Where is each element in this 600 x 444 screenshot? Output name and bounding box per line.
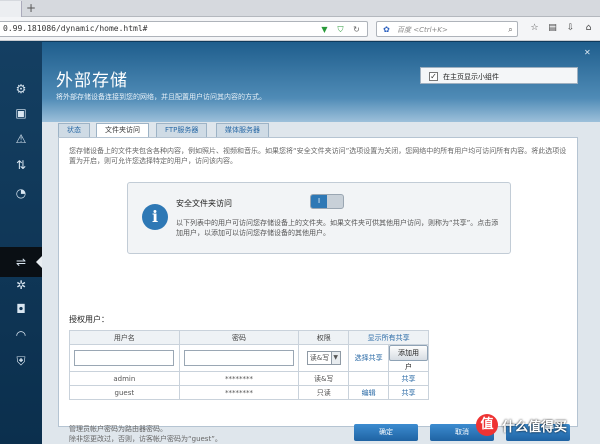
permission-select[interactable]: 读&写 ▼ bbox=[306, 351, 341, 365]
address-bar[interactable]: 0.99.181086/dynamic/home.html# ▼ ⛉ ↻ bbox=[0, 21, 368, 37]
username-input[interactable] bbox=[74, 350, 175, 366]
shield-icon[interactable]: ⛨ bbox=[12, 352, 30, 370]
tab-media-server[interactable]: 媒体服务器 bbox=[216, 123, 269, 137]
chevron-down-icon[interactable]: ▼ bbox=[330, 352, 340, 364]
ok-button[interactable]: 确定 bbox=[354, 424, 418, 441]
password-input[interactable] bbox=[184, 350, 294, 366]
router-icon[interactable]: ▣ bbox=[12, 104, 30, 122]
password-footnote: 管理员帐户密码为路由器密码。 除非您更改过，否则，访客帐户密码为“guest”。 bbox=[69, 424, 222, 444]
authorized-users-title: 授权用户： bbox=[69, 315, 109, 324]
settings-icon[interactable]: ✲ bbox=[12, 276, 30, 294]
cell-username: admin bbox=[69, 371, 180, 386]
tab-bar: 状态 文件夹访问 FTP服务器 媒体服务器 bbox=[58, 122, 578, 138]
share-link[interactable]: 共享 bbox=[402, 375, 416, 383]
watermark-logo: 值 bbox=[476, 414, 498, 436]
show-all-shares-link[interactable]: 显示所有共享 bbox=[348, 330, 429, 345]
page-title: 外部存储 bbox=[56, 71, 128, 91]
secure-access-title: 安全文件夹访问 bbox=[176, 199, 232, 208]
browser-navbar: 0.99.181086/dynamic/home.html# ▼ ⛉ ↻ ✿ 百… bbox=[0, 17, 600, 41]
download-icon[interactable]: ⇩ bbox=[564, 22, 577, 35]
time-icon[interactable]: ◔ bbox=[12, 184, 30, 202]
address-text: 0.99.181086/dynamic/home.html# bbox=[3, 24, 148, 33]
users-table: 用户名 密码 权限 显示所有共享 读&写 ▼ 选择共享 添加用户 admin **… bbox=[69, 330, 429, 400]
router-sidebar: ⚙ ▣ ⚠ ⇅ ◔ ⇌ ✲ ◘ ◠ ⛨ bbox=[0, 42, 43, 444]
watermark-text: 什么值得买 bbox=[502, 420, 568, 435]
cell-permission: 读&写 bbox=[298, 371, 350, 386]
show-widget-checkbox[interactable]: ✓ bbox=[429, 72, 438, 81]
tab-folder-access[interactable]: 文件夹访问 bbox=[96, 123, 149, 138]
col-username: 用户名 bbox=[69, 330, 180, 345]
panel-header: 外部存储 将外部存储设备连接到您的网络，并且配置用户访问其内容的方式。 ✕ ✓ … bbox=[42, 42, 600, 122]
browser-tab-strip: + bbox=[0, 0, 600, 17]
usb-storage-icon[interactable]: ⇌ bbox=[12, 253, 30, 271]
permission-select-value: 读&写 bbox=[309, 354, 330, 362]
intro-text: 您存储设备上的文件夹包含各种内容，例如照片、视频和音乐。如果您将“安全文件夹访问… bbox=[69, 147, 567, 165]
browser-tab[interactable] bbox=[0, 1, 22, 17]
secure-access-description: 以下列表中的用户可访问您存储设备上的文件夹。如果文件夹可供其他用户访问，则称为“… bbox=[176, 219, 499, 237]
col-permission: 权限 bbox=[298, 330, 350, 345]
cell-password: ******** bbox=[178, 385, 300, 400]
edit-link[interactable]: 编辑 bbox=[362, 389, 376, 397]
star-icon[interactable]: ☆ bbox=[528, 22, 541, 35]
search-bar[interactable]: ✿ 百度 <Ctrl+K> ⌕ bbox=[376, 21, 518, 37]
show-widget-label: 在主页显示小组件 bbox=[443, 73, 499, 81]
watermark: 值 什么值得买 bbox=[476, 412, 596, 440]
folder-access-content: 您存储设备上的文件夹包含各种内容，例如照片、视频和音乐。如果您将“安全文件夹访问… bbox=[58, 137, 578, 443]
add-user-button[interactable]: 添加用户 bbox=[389, 345, 428, 371]
footnote-line: 管理员帐户密码为路由器密码。 bbox=[69, 425, 167, 433]
footnote-line: 除非您更改过，否则，访客帐户密码为“guest”。 bbox=[69, 435, 222, 443]
toggle-on-indicator: I bbox=[311, 195, 327, 208]
reload-icon[interactable]: ↻ bbox=[351, 24, 362, 35]
add-user-row: 读&写 ▼ 选择共享 添加用户 bbox=[69, 344, 429, 372]
table-row: guest ******** 只读 编辑 共享 bbox=[69, 385, 429, 400]
share-link[interactable]: 共享 bbox=[402, 389, 416, 397]
home-icon[interactable]: ⌂ bbox=[582, 22, 595, 35]
search-placeholder: 百度 <Ctrl+K> bbox=[397, 26, 448, 34]
col-password: 密码 bbox=[178, 330, 300, 345]
cell-username: guest bbox=[69, 385, 180, 400]
security-camera-icon[interactable]: ◘ bbox=[12, 300, 30, 318]
external-storage-panel: 外部存储 将外部存储设备连接到您的网络，并且配置用户访问其内容的方式。 ✕ ✓ … bbox=[42, 42, 600, 444]
speed-icon[interactable]: ⇅ bbox=[12, 156, 30, 174]
secure-access-box: i 安全文件夹访问 I 以下列表中的用户可访问您存储设备上的文件夹。如果文件夹可… bbox=[127, 182, 511, 254]
alert-icon[interactable]: ⚠ bbox=[12, 130, 30, 148]
table-row: admin ******** 读&写 共享 bbox=[69, 371, 429, 386]
wireless-icon[interactable]: ◠ bbox=[12, 326, 30, 344]
network-map-icon[interactable]: ⚙ bbox=[12, 80, 30, 98]
page-description: 将外部存储设备连接到您的网络，并且配置用户访问其内容的方式。 bbox=[56, 93, 266, 101]
cell-permission: 只读 bbox=[298, 385, 350, 400]
show-widget-option[interactable]: ✓ 在主页显示小组件 bbox=[420, 67, 578, 84]
new-tab-button[interactable]: + bbox=[24, 1, 38, 15]
secure-access-toggle[interactable]: I bbox=[310, 194, 344, 209]
info-icon: i bbox=[142, 204, 168, 230]
baidu-icon[interactable]: ✿ bbox=[381, 24, 392, 35]
tab-ftp-server[interactable]: FTP服务器 bbox=[156, 123, 208, 137]
select-share-link[interactable]: 选择共享 bbox=[355, 354, 383, 362]
tab-status[interactable]: 状态 bbox=[58, 123, 90, 137]
search-icon[interactable]: ⌕ bbox=[505, 24, 516, 35]
cell-password: ******** bbox=[178, 371, 300, 386]
library-icon[interactable]: ▤ bbox=[546, 22, 559, 35]
show-all-shares-label[interactable]: 显示所有共享 bbox=[368, 334, 410, 342]
security-icon[interactable]: ⛉ bbox=[335, 24, 346, 35]
shield-icon[interactable]: ▼ bbox=[319, 24, 330, 35]
close-icon[interactable]: ✕ bbox=[584, 48, 591, 57]
